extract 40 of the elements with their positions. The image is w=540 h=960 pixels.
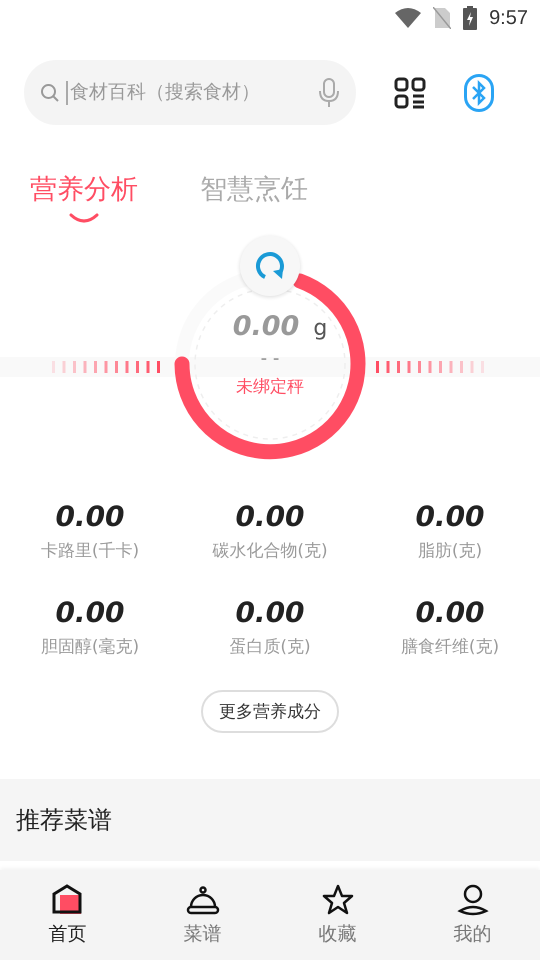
battery-icon	[463, 6, 478, 30]
scan-code-button[interactable]	[394, 76, 426, 108]
tab[interactable]: 营养分析	[30, 169, 138, 209]
nutrient-value: 0.00	[235, 596, 305, 629]
nutrient-label: 蛋白质(克)	[229, 636, 311, 658]
nav-item[interactable]: 我的	[405, 870, 540, 960]
nutrient-value: 0.00	[235, 500, 305, 533]
nutrient-label: 膳食纤维(克)	[400, 636, 500, 658]
nutrient-value: 0.00	[55, 596, 125, 629]
nav-item[interactable]: 首页	[0, 870, 135, 960]
home-icon	[50, 883, 84, 917]
user-icon	[456, 883, 490, 917]
nav-item[interactable]: 收藏	[270, 870, 405, 960]
search-input[interactable]: 食材百科（搜索食材）	[66, 80, 312, 104]
star-icon	[320, 883, 354, 917]
nutrient-value: 0.00	[415, 596, 485, 629]
refresh-button[interactable]	[240, 236, 300, 296]
nutrient-label: 脂肪(克)	[418, 540, 482, 562]
microphone-icon[interactable]	[318, 78, 340, 108]
no-sim-icon	[433, 7, 452, 29]
nutrient-value: 0.00	[415, 500, 485, 533]
scale-status: 未绑定秤	[236, 376, 304, 398]
search-field[interactable]: 食材百科（搜索食材）	[24, 60, 356, 125]
tab-indicator-icon	[69, 213, 99, 223]
weight-unit: g	[313, 316, 328, 341]
search-icon	[40, 82, 60, 102]
nutrient-label: 卡路里(千卡)	[40, 540, 140, 562]
more-nutrients-button[interactable]: 更多营养成分	[201, 690, 339, 733]
section-title: 推荐菜谱	[16, 805, 112, 836]
tab[interactable]: 智慧烹饪	[200, 169, 308, 209]
wifi-icon	[395, 8, 422, 28]
nutrient-label: 碳水化合物(克)	[212, 540, 328, 562]
bluetooth-button[interactable]	[464, 74, 494, 112]
status-time: 9:57	[489, 6, 528, 30]
nav-item[interactable]: 菜谱	[135, 870, 270, 960]
refresh-icon	[254, 250, 286, 282]
weight-value: 0.00	[232, 311, 300, 342]
nutrient-value: 0.00	[55, 500, 125, 533]
nutrient-label: 胆固醇(毫克)	[40, 636, 140, 658]
scale-reading: - -	[260, 348, 280, 369]
